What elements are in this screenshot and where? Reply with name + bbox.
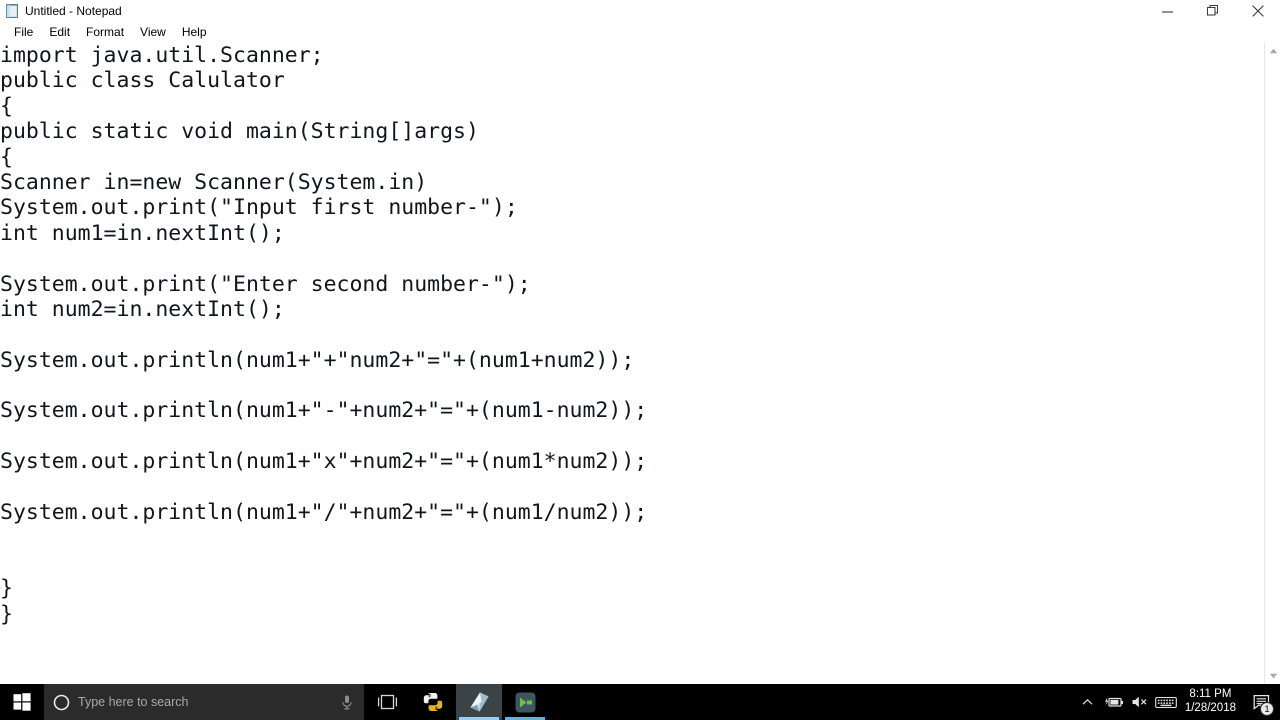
- editor-line: import java.util.Scanner;: [0, 43, 324, 68]
- window-title: Untitled - Notepad: [25, 3, 122, 18]
- window-controls: [1145, 0, 1280, 22]
- title-bar[interactable]: Untitled - Notepad: [0, 0, 1280, 22]
- battery-charging-icon[interactable]: [1101, 684, 1127, 720]
- taskbar-empty-area: [548, 684, 1075, 720]
- notepad-icon: [470, 692, 488, 712]
- menu-item-edit[interactable]: Edit: [41, 24, 78, 41]
- editor-line: System.out.print("Input first number-");: [0, 195, 518, 221]
- system-tray: 8:11 PM 1/28/2018 1: [1074, 684, 1280, 720]
- notepad-document-icon: [4, 3, 20, 19]
- scroll-up-arrow-icon[interactable]: [1265, 42, 1280, 59]
- editor-line: {: [0, 93, 13, 119]
- start-button[interactable]: [0, 684, 44, 720]
- scrollbar-track[interactable]: [1265, 59, 1280, 667]
- editor-line: System.out.print("Enter second number-")…: [0, 271, 531, 297]
- cortana-circle-icon[interactable]: [44, 694, 78, 711]
- clock[interactable]: 8:11 PM 1/28/2018: [1179, 684, 1244, 720]
- editor-line: int num2=in.nextInt();: [0, 296, 285, 322]
- close-button[interactable]: [1235, 0, 1280, 22]
- vertical-scrollbar[interactable]: [1264, 42, 1280, 684]
- taskbar-app-python-idle[interactable]: [410, 684, 456, 720]
- notification-center-button[interactable]: 1: [1244, 684, 1280, 720]
- menu-item-file[interactable]: File: [6, 24, 41, 41]
- menu-bar: File Edit Format View Help: [0, 22, 1280, 42]
- restore-button[interactable]: [1190, 0, 1235, 22]
- minimize-button[interactable]: [1145, 0, 1190, 22]
- editor-line: System.out.println(num1+"-"+num2+"="+(nu…: [0, 398, 648, 424]
- editor-line: public class Calulator: [0, 68, 285, 94]
- desktop-screen: Untitled - Notepad File Edit Format View…: [0, 0, 1280, 720]
- taskbar: Type here to search 8:11 PM 1/28/2018 1: [0, 684, 1280, 720]
- microphone-icon[interactable]: [330, 694, 364, 711]
- taskbar-app-notepad[interactable]: [456, 684, 502, 720]
- terminal-icon: [515, 692, 535, 712]
- editor-line: }: [0, 576, 13, 602]
- search-input-placeholder[interactable]: Type here to search: [78, 695, 330, 709]
- scroll-down-arrow-icon[interactable]: [1265, 667, 1280, 684]
- editor-text[interactable]: import java.util.Scanner; public class Ca…: [0, 42, 1264, 627]
- python-icon: [423, 693, 443, 711]
- notification-badge: 1: [1260, 702, 1274, 716]
- editor-area[interactable]: import java.util.Scanner; public class Ca…: [0, 42, 1280, 684]
- editor-line: {: [0, 144, 13, 170]
- clock-time: 8:11 PM: [1189, 688, 1232, 701]
- editor-line: public static void main(String[]args): [0, 119, 479, 145]
- editor-line: int num1=in.nextInt();: [0, 220, 285, 246]
- menu-item-view[interactable]: View: [132, 24, 174, 41]
- windows-logo-icon: [13, 693, 31, 711]
- menu-item-format[interactable]: Format: [78, 24, 132, 41]
- chevron-up-icon[interactable]: [1075, 684, 1101, 720]
- editor-line: }: [0, 601, 13, 627]
- speaker-muted-icon[interactable]: [1127, 684, 1153, 720]
- search-box[interactable]: Type here to search: [44, 684, 364, 720]
- taskbar-app-command-prompt[interactable]: [502, 684, 548, 720]
- clock-date: 1/28/2018: [1184, 702, 1236, 714]
- editor-line: System.out.println(num1+"x"+num2+"="+(nu…: [0, 449, 648, 475]
- editor-line: Scanner in=new Scanner(System.in): [0, 169, 428, 195]
- editor-line: System.out.println(num1+"/"+num2+"="+(nu…: [0, 500, 648, 526]
- notepad-window: Untitled - Notepad File Edit Format View…: [0, 0, 1280, 684]
- menu-item-help[interactable]: Help: [174, 24, 215, 41]
- keyboard-icon[interactable]: [1153, 684, 1179, 720]
- task-view-button[interactable]: [364, 684, 410, 720]
- task-view-icon: [377, 694, 397, 710]
- taskbar-apps: [410, 684, 548, 720]
- editor-line: System.out.println(num1+"+"num2+"="+(num…: [0, 347, 635, 373]
